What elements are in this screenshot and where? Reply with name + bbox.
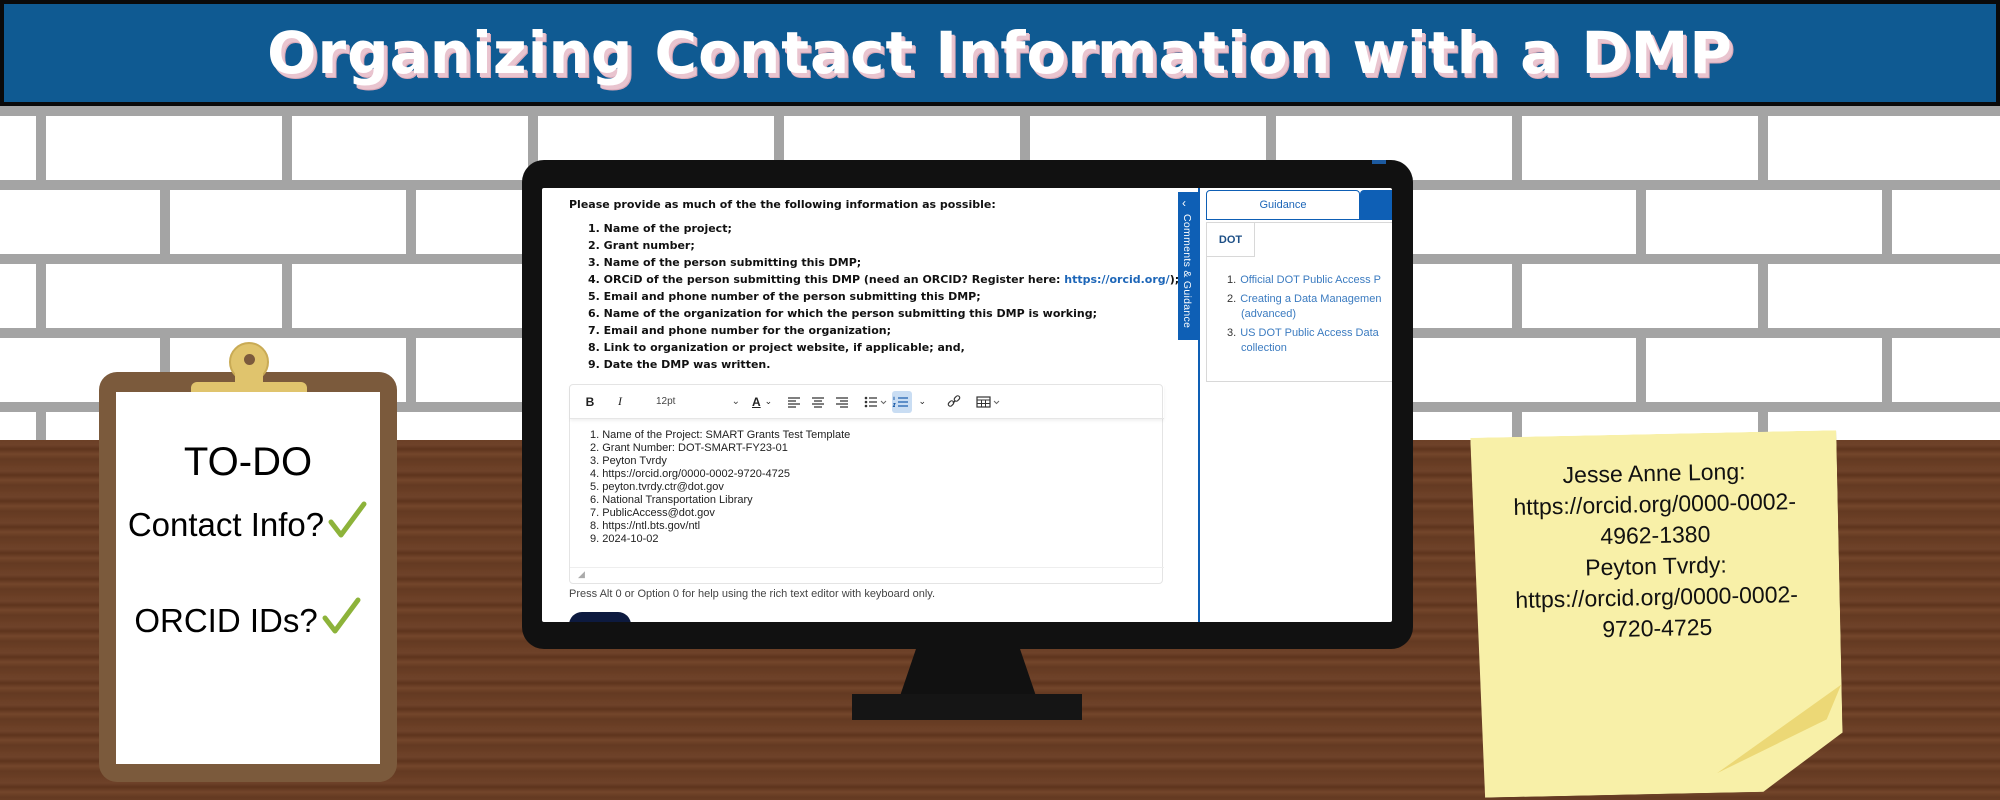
list-item: 9. 2024-10-02 xyxy=(590,533,659,545)
computer-monitor: Please provide as much of the the follow… xyxy=(522,160,1413,649)
list-item: 4. ORCiD of the person submitting this D… xyxy=(588,271,1179,288)
editor-help-text: Press Alt 0 or Option 0 for help using t… xyxy=(569,588,936,600)
font-size-select[interactable]: 12pt ⌄ xyxy=(652,391,744,413)
list-item: 8. Link to organization or project websi… xyxy=(588,341,965,354)
dmp-question-pane: Please provide as much of the the follow… xyxy=(542,188,1200,622)
guidance-link[interactable]: 3. US DOT Public Access Data collection xyxy=(1227,326,1381,356)
mortar-joint xyxy=(1882,190,1892,254)
list-item: 7. Email and phone number for the organi… xyxy=(588,324,891,337)
list-item: 1. Name of the Project: SMART Grants Tes… xyxy=(590,429,851,441)
bullet-list-icon[interactable] xyxy=(864,391,888,413)
mortar-joint xyxy=(1882,338,1892,402)
todo-clipboard: TO-DO Contact Info? ORCID IDs? xyxy=(99,342,397,782)
todo-item-label: Contact Info? xyxy=(127,506,325,543)
guidance-tabs: Guidance xyxy=(1206,188,1392,222)
mortar-joint xyxy=(160,190,170,254)
editor-content[interactable]: 1. Name of the Project: SMART Grants Tes… xyxy=(570,419,1164,569)
todo-item-orcid-ids: ORCID IDs? xyxy=(116,596,380,640)
mortar-joint xyxy=(1758,264,1768,328)
mortar-joint xyxy=(36,116,46,180)
side-tab-label: Comments & Guidance xyxy=(1181,214,1193,329)
resize-handle-icon[interactable]: ◢ xyxy=(578,569,585,580)
chevron-down-icon: ⌄ xyxy=(764,396,773,406)
chevron-down-icon: ⌄ xyxy=(731,396,740,407)
mortar-joint xyxy=(1512,116,1522,180)
monitor-stand-base xyxy=(852,694,1082,720)
list-item: 6. Name of the organization for which th… xyxy=(588,307,1097,320)
list-item: 6. National Transportation Library xyxy=(590,494,753,506)
chevron-down-icon[interactable]: ⌄ xyxy=(912,391,932,413)
mortar-joint xyxy=(1758,116,1768,180)
align-right-icon[interactable] xyxy=(832,391,852,413)
title-banner: Organizing Contact Information with a DM… xyxy=(0,0,2000,106)
list-item: 9. Date the DMP was written. xyxy=(588,358,771,371)
guidance-links: 1. Official DOT Public Access P 2. Creatin… xyxy=(1227,273,1381,360)
mortar-joint xyxy=(36,412,46,440)
mortar-joint xyxy=(282,264,292,328)
checkmark-icon xyxy=(320,596,362,638)
clipboard-paper: TO-DO Contact Info? ORCID IDs? xyxy=(116,392,380,764)
table-icon[interactable] xyxy=(976,391,1002,413)
list-item: 5. peyton.tvrdy.ctr@dot.gov xyxy=(590,481,724,493)
mortar-joint xyxy=(406,338,416,402)
checkmark-icon xyxy=(326,500,368,542)
sticky-note-text: Jesse Anne Long: https://orcid.org/0000-… xyxy=(1471,454,1841,648)
todo-item-contact-info: Contact Info? xyxy=(116,500,380,544)
mortar-joint xyxy=(282,116,292,180)
mortar-joint xyxy=(36,264,46,328)
tab-org-dot[interactable]: DOT xyxy=(1207,223,1255,257)
bold-button[interactable]: B xyxy=(580,391,600,413)
list-item-text: 4. ORCiD of the person submitting this D… xyxy=(588,273,1065,286)
save-button[interactable] xyxy=(569,612,631,622)
dmp-screen: Please provide as much of the the follow… xyxy=(542,188,1392,622)
answer-list: 1. Name of the Project: SMART Grants Tes… xyxy=(590,429,1164,546)
align-left-icon[interactable] xyxy=(784,391,804,413)
tab-guidance[interactable]: Guidance xyxy=(1206,190,1360,220)
list-item: 4. https://orcid.org/0000-0002-9720-4725 xyxy=(590,468,790,480)
list-item: 3. Name of the person submitting this DM… xyxy=(588,256,862,269)
list-item: 1. Name of the project; xyxy=(588,222,732,235)
list-item: 5. Email and phone number of the person … xyxy=(588,290,981,303)
orcid-register-link[interactable]: https://orcid.org/ xyxy=(1064,273,1169,286)
guidance-link[interactable]: 1. Official DOT Public Access P xyxy=(1227,273,1381,288)
todo-title: TO-DO xyxy=(183,440,313,484)
question-intro: Please provide as much of the the follow… xyxy=(569,198,996,211)
guidance-link[interactable]: 2. Creating a Data Managemen (advanced) xyxy=(1227,292,1381,322)
align-center-icon[interactable] xyxy=(808,391,828,413)
comments-guidance-toggle[interactable]: ‹ Comments & Guidance xyxy=(1178,192,1198,340)
guidance-content: DOT 1. Official DOT Public Access P 2. Cre… xyxy=(1206,222,1392,382)
mortar-line xyxy=(0,106,2000,116)
banner-title: Organizing Contact Information with a DM… xyxy=(267,19,1733,87)
sticky-note: Jesse Anne Long: https://orcid.org/0000-… xyxy=(1470,430,1843,798)
mortar-joint xyxy=(1636,338,1646,402)
list-item: 7. PublicAccess@dot.gov xyxy=(590,507,715,519)
editor-statusbar: ◢ xyxy=(570,567,1164,583)
guidance-panel: Guidance DOT 1. Official DOT Public Acces… xyxy=(1206,188,1392,622)
rich-text-editor[interactable]: B I 12pt ⌄ A ⌄ ⌄ 1. Name of the Project:… xyxy=(569,384,1164,584)
numbered-list-icon[interactable] xyxy=(892,390,913,413)
todo-item-label: ORCID IDs? xyxy=(134,602,318,639)
mortar-joint xyxy=(1636,190,1646,254)
chevron-left-icon: ‹ xyxy=(1182,196,1186,210)
monitor-stand-neck xyxy=(900,648,1036,696)
requirements-list: 1. Name of the project; 2. Grant number;… xyxy=(588,220,1179,373)
list-item: 2. Grant Number: DOT-SMART-FY23-01 xyxy=(590,442,788,454)
list-item: 2. Grant number; xyxy=(588,239,695,252)
link-icon[interactable] xyxy=(944,391,964,413)
list-item: 3. Peyton Tvrdy xyxy=(590,455,667,467)
tab-comments[interactable] xyxy=(1360,190,1392,220)
font-color-button[interactable]: A ⌄ xyxy=(752,391,772,413)
top-accent-strip xyxy=(1372,160,1386,164)
editor-toolbar: B I 12pt ⌄ A ⌄ ⌄ xyxy=(570,385,1164,419)
font-color-icon: A xyxy=(752,394,761,409)
mortar-joint xyxy=(406,190,416,254)
font-size-value: 12pt xyxy=(656,396,676,407)
list-item: 8. https://ntl.bts.gov/ntl xyxy=(590,520,701,532)
mortar-joint xyxy=(1512,412,1522,440)
italic-button[interactable]: I xyxy=(610,391,630,413)
mortar-joint xyxy=(1512,264,1522,328)
